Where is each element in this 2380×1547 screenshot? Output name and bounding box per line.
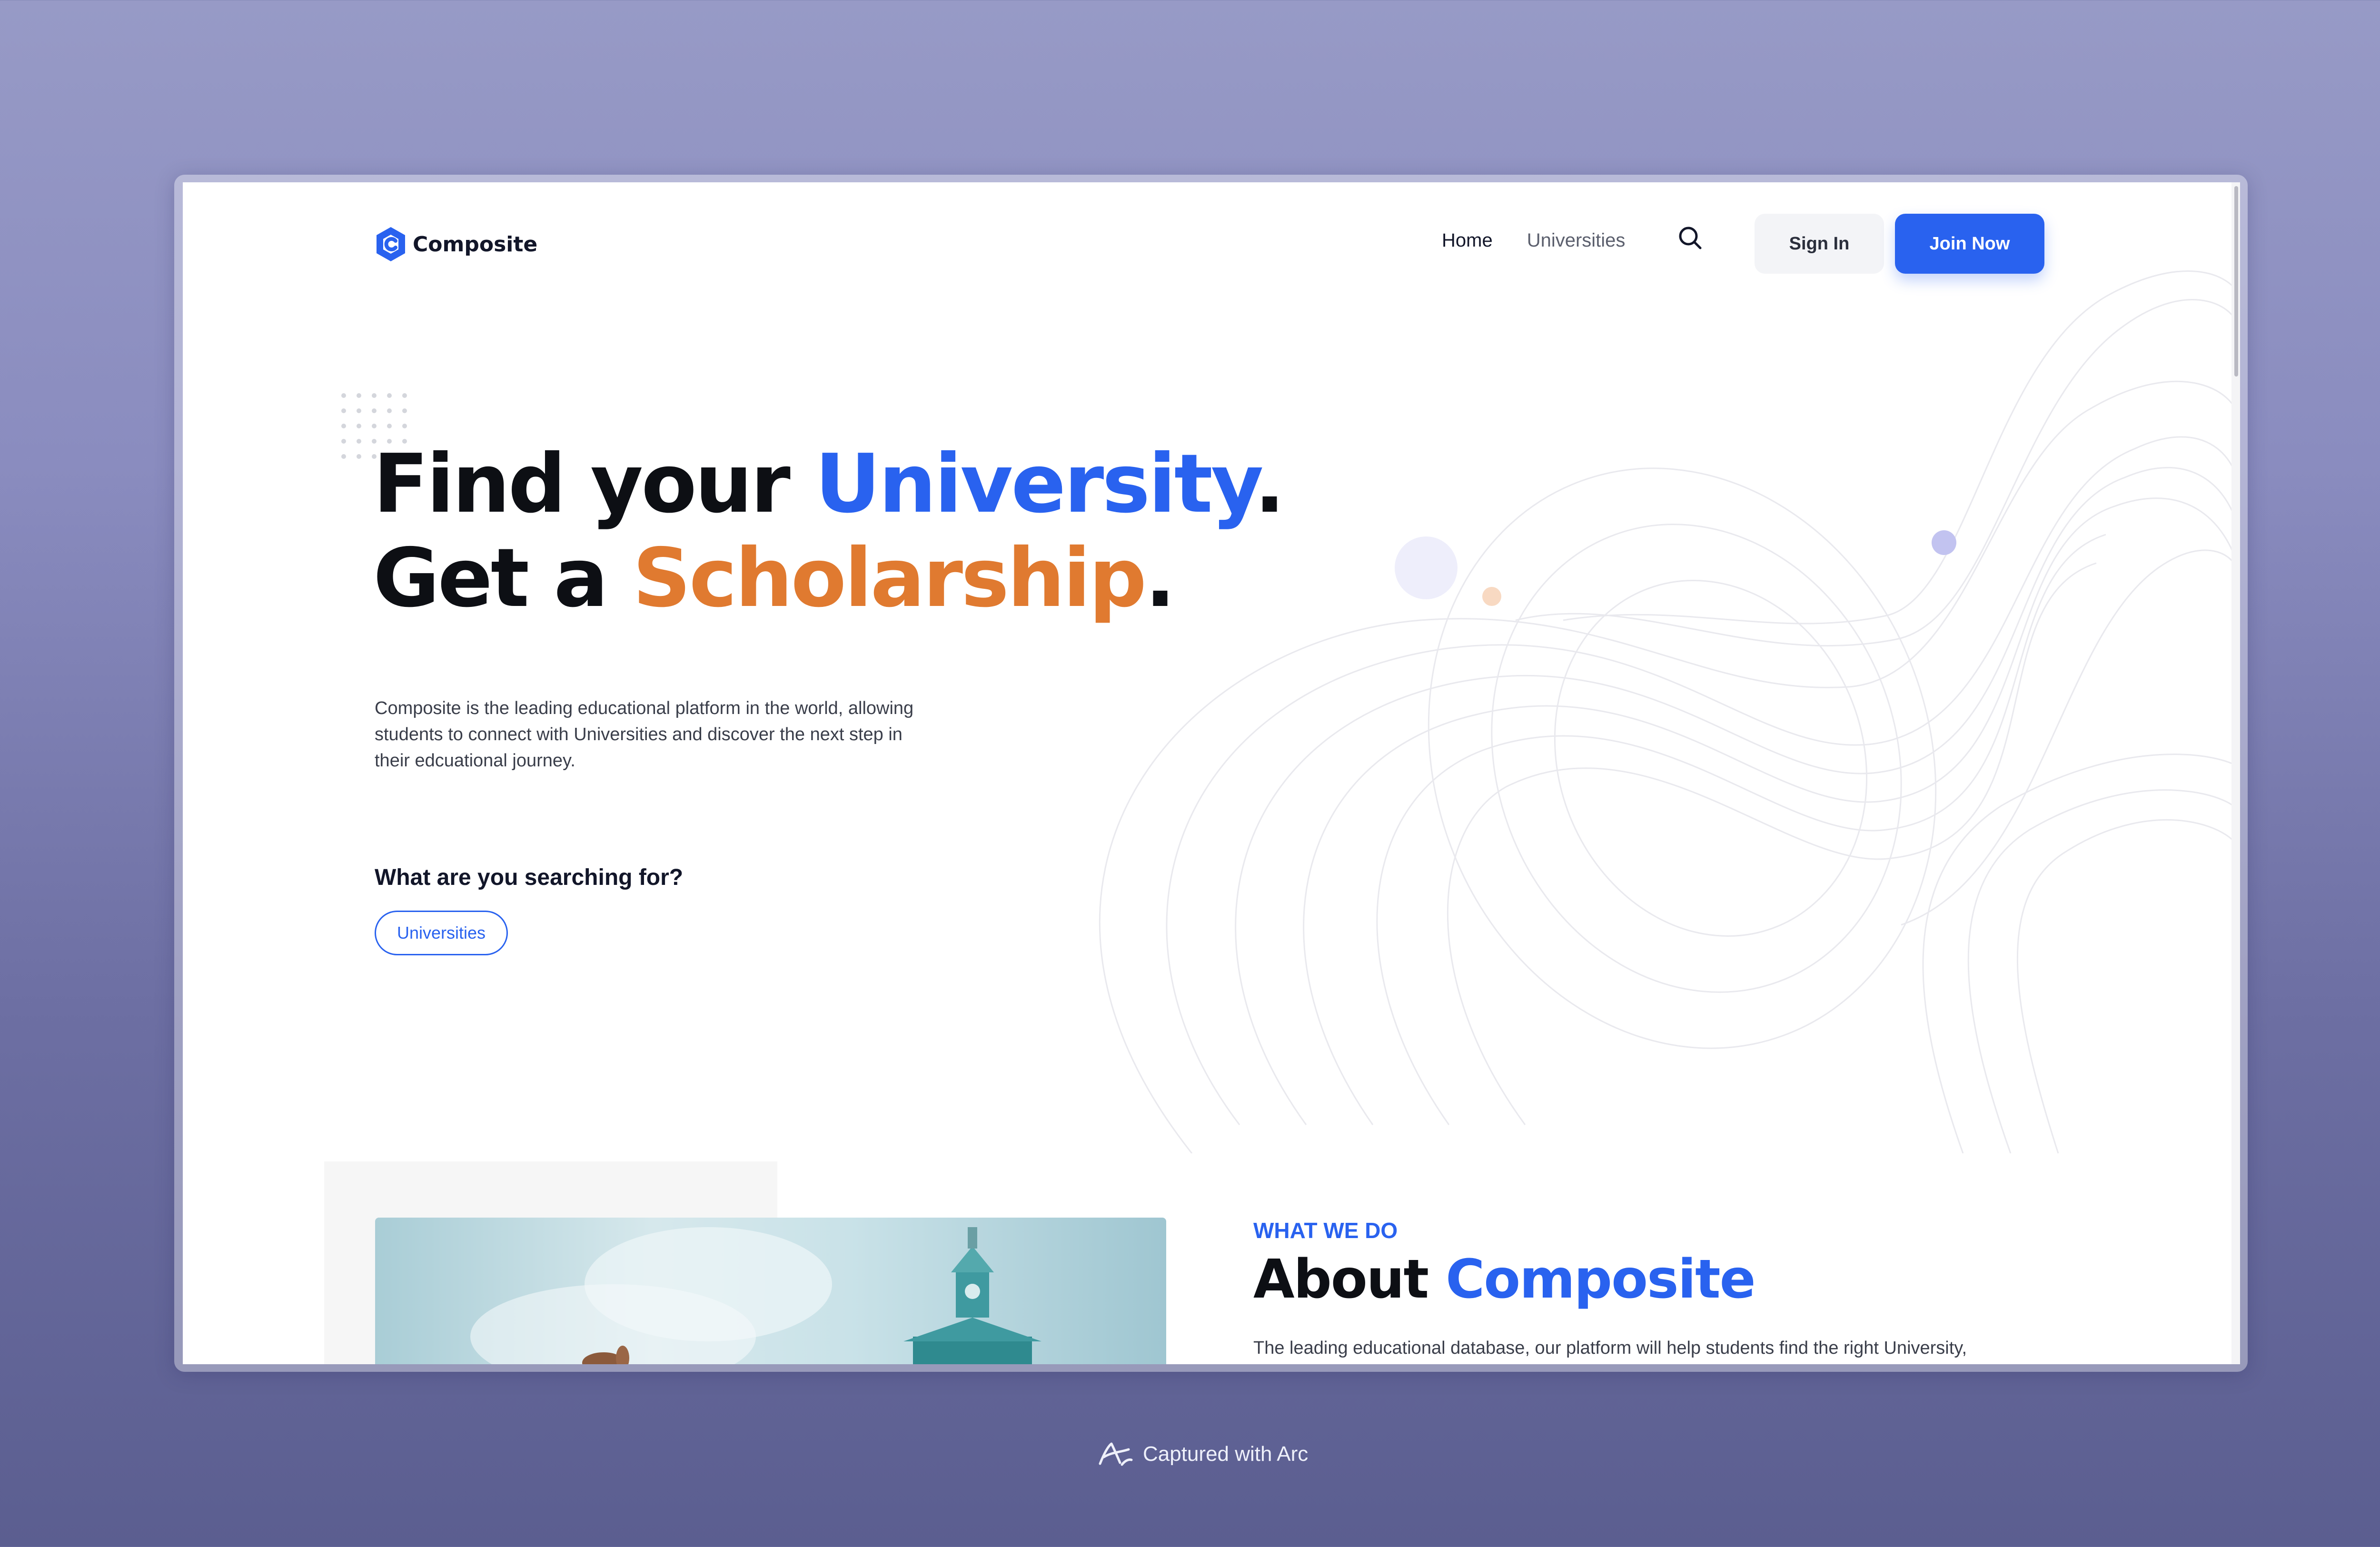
search-heading: What are you searching for? [375,865,684,890]
nav-link-universities[interactable]: Universities [1527,230,1626,251]
hero-title-highlight-university: University [814,437,1256,531]
hero-title-highlight-scholarship: Scholarship [633,531,1147,625]
hero-title-line2-suffix: . [1145,531,1176,625]
sign-in-button[interactable]: Sign In [1755,214,1884,274]
main-nav: Home Universities [1442,230,1659,251]
arc-logo-icon [1099,1442,1133,1466]
campus-photo [375,1218,1166,1364]
about-title-prefix: About [1253,1249,1446,1310]
brand-name: Composite [413,232,538,257]
about-title-highlight: Composite [1446,1249,1756,1310]
composite-logo-icon [377,227,405,261]
contour-background [1099,270,2240,1153]
hero-title-line1-suffix: . [1254,437,1285,531]
capture-caption-text: Captured with Arc [1143,1442,1309,1466]
search-icon[interactable] [1676,224,1704,252]
scrollbar-track[interactable] [2231,182,2240,1364]
join-now-button[interactable]: Join Now [1895,214,2044,274]
browser-viewport: Composite Home Universities Sign In Join… [183,182,2240,1364]
about-title: About Composite [1253,1249,1756,1310]
about-eyebrow: WHAT WE DO [1253,1218,1398,1243]
universities-chip[interactable]: Universities [375,911,508,955]
campus-photo-art [375,1218,1166,1364]
capture-caption: Captured with Arc [1097,1440,1308,1468]
hero-title-line1-prefix: Find your [373,437,815,531]
brand-logo[interactable]: Composite [375,225,537,263]
hero-description: Composite is the leading educational pla… [375,698,914,771]
hero-title-line2-prefix: Get a [373,531,633,625]
scrollbar-thumb[interactable] [2234,186,2238,377]
hero-title: Find your University. Get a Scholarship. [373,437,1285,625]
nav-link-home[interactable]: Home [1442,230,1493,251]
about-body: The leading educational database, our pl… [1253,1338,1967,1358]
